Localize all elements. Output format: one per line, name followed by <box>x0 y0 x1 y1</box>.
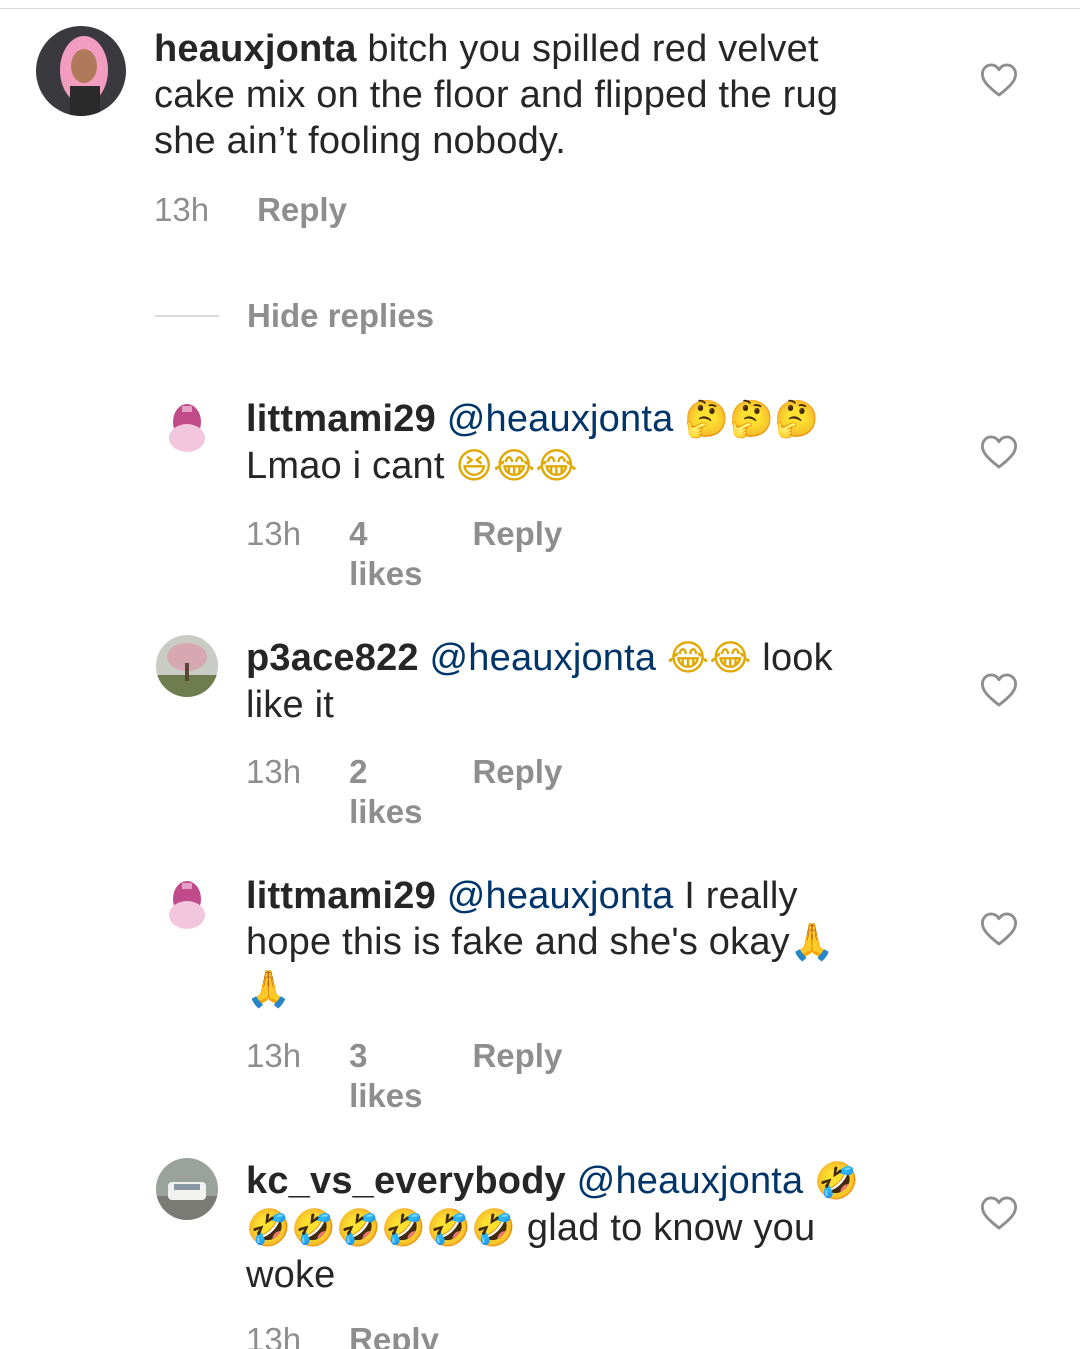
mention-link[interactable]: @heauxjonta <box>447 875 674 917</box>
top-divider <box>0 8 1080 9</box>
reply-text: woke <box>246 1254 336 1296</box>
username[interactable]: kc_vs_everybody <box>246 1160 566 1202</box>
reply-body: kc_vs_everybody @heauxjonta 🤣 🤣🤣🤣🤣🤣🤣 gla… <box>246 1158 966 1298</box>
avatar[interactable] <box>156 396 218 458</box>
likes-count[interactable]: 4 likes <box>349 514 422 594</box>
comment-text-line2: cake mix on the floor and flipped the ru… <box>154 74 839 116</box>
timestamp: 13h <box>246 515 302 552</box>
avatar[interactable] <box>36 26 126 116</box>
praying-hands-emoji: 🙏 <box>789 922 835 963</box>
timestamp: 13h <box>246 1321 302 1349</box>
laughing-emoji: 😂😂 <box>667 638 752 679</box>
comment-text-line1: bitch you spilled red velvet <box>367 28 819 70</box>
heart-outline-icon[interactable] <box>980 434 1018 470</box>
heart-outline-icon[interactable] <box>980 1195 1018 1231</box>
username[interactable]: littmami29 <box>246 875 436 917</box>
reply-meta: 13h 2 likes Reply <box>246 752 562 832</box>
heart-outline-icon[interactable] <box>980 911 1018 947</box>
hide-replies-line <box>155 315 219 317</box>
reply-body: p3ace822 @heauxjonta 😂😂 look like it <box>246 635 966 728</box>
likes-count[interactable]: 3 likes <box>349 1036 422 1116</box>
timestamp: 13h <box>154 191 210 228</box>
hide-replies-label: Hide replies <box>247 297 435 334</box>
avatar[interactable] <box>156 873 218 935</box>
reply-text: hope this is fake and she's okay <box>246 921 790 963</box>
comment-body: heauxjonta bitch you spilled red velvet … <box>154 26 954 164</box>
avatar[interactable] <box>156 1158 218 1220</box>
reply-button[interactable]: Reply <box>257 190 347 230</box>
reply-text-tail: glad to know you <box>526 1207 816 1249</box>
laughing-emoji: 😆😂😂 <box>455 446 578 487</box>
reply-body: littmami29 @heauxjonta I really hope thi… <box>246 873 966 1013</box>
reply-text: Lmao i cant <box>246 445 445 487</box>
mention-link[interactable]: @heauxjonta <box>447 398 674 440</box>
reply-body: littmami29 @heauxjonta 🤔🤔🤔 Lmao i cant 😆… <box>246 396 966 490</box>
timestamp: 13h <box>246 753 302 790</box>
username[interactable]: littmami29 <box>246 398 436 440</box>
comment-meta: 13h Reply <box>154 190 347 230</box>
reply-text-tail: look <box>762 637 833 679</box>
reply-button[interactable]: Reply <box>472 1036 562 1116</box>
mention-link[interactable]: @heauxjonta <box>577 1160 804 1202</box>
avatar[interactable] <box>156 635 218 697</box>
heart-outline-icon[interactable] <box>980 62 1018 98</box>
reply-meta: 13h 3 likes Reply <box>246 1036 562 1116</box>
reply-meta: 13h Reply <box>246 1320 439 1349</box>
reply-text-tail: I really <box>684 875 798 917</box>
praying-hands-emoji: 🙏 <box>246 969 292 1010</box>
rofl-emoji: 🤣 <box>814 1161 860 1202</box>
username[interactable]: heauxjonta <box>154 28 357 70</box>
mention-link[interactable]: @heauxjonta <box>430 637 657 679</box>
reply-meta: 13h 4 likes Reply <box>246 514 562 594</box>
timestamp: 13h <box>246 1037 302 1074</box>
reply-button[interactable]: Reply <box>472 752 562 832</box>
rofl-emoji: 🤣🤣🤣🤣🤣🤣 <box>246 1208 517 1249</box>
likes-count[interactable]: 2 likes <box>349 752 422 832</box>
reply-button[interactable]: Reply <box>349 1320 439 1349</box>
reply-button[interactable]: Reply <box>472 514 562 594</box>
thinking-emoji: 🤔🤔🤔 <box>684 399 820 440</box>
heart-outline-icon[interactable] <box>980 672 1018 708</box>
comment-text-line3: she ain’t fooling nobody. <box>154 120 567 162</box>
reply-text: like it <box>246 684 334 726</box>
hide-replies-button[interactable]: Hide replies <box>155 296 434 336</box>
username[interactable]: p3ace822 <box>246 637 419 679</box>
